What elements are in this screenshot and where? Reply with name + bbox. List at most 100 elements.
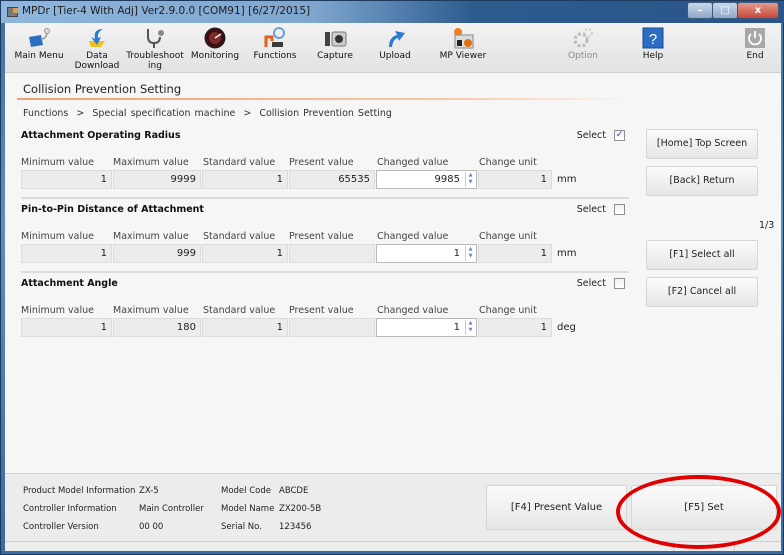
present-value xyxy=(289,244,375,263)
col-changed-label: Changed value xyxy=(377,157,449,168)
select-toggle[interactable]: Select ✓ xyxy=(577,130,625,141)
home-top-screen-button[interactable]: [Home] Top Screen xyxy=(646,129,758,159)
section-divider xyxy=(21,271,629,273)
serial-no-label: Serial No. xyxy=(221,522,262,532)
mp-viewer-icon xyxy=(451,27,475,49)
select-checkbox[interactable] xyxy=(614,278,625,289)
toolbar-label: Monitoring xyxy=(190,51,240,61)
column-labels: Minimum value Maximum value Standard val… xyxy=(21,305,581,317)
label-line-2: Download xyxy=(74,61,120,71)
main-menu-icon xyxy=(27,27,51,49)
spin-down-icon[interactable]: ▼ xyxy=(466,327,475,334)
section-pin-to-pin-distance: Pin-to-Pin Distance of Attachment Select… xyxy=(21,204,629,274)
unit-label: deg xyxy=(557,322,576,333)
changed-value-input[interactable]: 1 xyxy=(454,248,460,259)
select-label: Select xyxy=(576,130,606,141)
spin-up-icon[interactable]: ▲ xyxy=(466,246,475,253)
title-underline xyxy=(17,98,629,100)
upload-arrow-icon xyxy=(383,27,407,49)
window-title: MPDr [Tier-4 With Adj] Ver2.9.0.0 [COM91… xyxy=(22,5,311,17)
set-button[interactable]: [F5] Set xyxy=(631,485,777,530)
toolbar-label: End xyxy=(746,51,764,61)
model-code-value: ABCDE xyxy=(279,486,309,496)
title-bar[interactable]: MPDr [Tier-4 With Adj] Ver2.9.0.0 [COM91… xyxy=(1,1,784,23)
status-bar-pane xyxy=(673,541,735,551)
maximize-button[interactable]: □ xyxy=(712,2,738,19)
controller-version-label: Controller Version xyxy=(23,522,99,532)
changed-value-input[interactable]: 1 xyxy=(454,322,460,333)
col-unit-label: Change unit xyxy=(479,231,537,242)
label-line-2: ing xyxy=(148,61,162,71)
select-checkbox[interactable] xyxy=(614,204,625,215)
spin-down-icon[interactable]: ▼ xyxy=(466,253,475,260)
changed-value-stepper[interactable]: 1 ▲ ▼ xyxy=(376,318,477,337)
select-all-button[interactable]: [F1] Select all xyxy=(646,240,758,270)
client-area: Main Menu Data Download Troubleshoot ing M… xyxy=(5,23,781,551)
col-standard-label: Standard value xyxy=(203,305,276,316)
toolbar-option[interactable]: Option xyxy=(549,25,617,71)
minimize-icon: – xyxy=(697,5,703,16)
changed-value-input[interactable]: 9985 xyxy=(435,174,460,185)
power-icon xyxy=(743,27,767,49)
col-min-label: Minimum value xyxy=(21,305,94,316)
select-label: Select xyxy=(576,204,606,215)
spin-up-icon[interactable]: ▲ xyxy=(466,320,475,327)
toolbar-label: Capture xyxy=(317,51,353,61)
toolbar-capture[interactable]: Capture xyxy=(301,25,369,71)
max-value: 9999 xyxy=(113,170,201,189)
breadcrumb: Functions > Special specification machine >… xyxy=(23,108,392,119)
max-value: 999 xyxy=(113,244,201,263)
present-value-button[interactable]: [F4] Present Value xyxy=(486,485,627,530)
spinner[interactable]: ▲ ▼ xyxy=(465,320,475,335)
toolbar-mp-viewer[interactable]: MP Viewer xyxy=(429,25,497,71)
select-toggle[interactable]: Select xyxy=(577,278,625,289)
col-standard-label: Standard value xyxy=(203,231,276,242)
select-label: Select xyxy=(576,278,606,289)
changed-value-stepper[interactable]: 9985 ▲ ▼ xyxy=(376,170,477,189)
controller-version-value: 00 00 xyxy=(139,522,164,532)
camera-icon xyxy=(323,27,347,49)
toolbar-monitoring[interactable]: Monitoring xyxy=(181,25,249,71)
standard-value: 1 xyxy=(202,170,288,189)
spin-down-icon[interactable]: ▼ xyxy=(466,179,475,186)
col-max-label: Maximum value xyxy=(113,305,189,316)
max-value: 180 xyxy=(113,318,201,337)
close-button[interactable]: x xyxy=(737,2,779,19)
breadcrumb-item[interactable]: Functions xyxy=(23,108,68,119)
toolbar-end[interactable]: End xyxy=(721,25,784,71)
select-checkbox[interactable]: ✓ xyxy=(614,130,625,141)
toolbar-upload[interactable]: Upload xyxy=(361,25,429,71)
controller-info-value: Main Controller xyxy=(139,504,204,514)
status-bar xyxy=(5,541,781,551)
changed-value-stepper[interactable]: 1 ▲ ▼ xyxy=(376,244,477,263)
svg-text:?: ? xyxy=(649,31,657,48)
spinner[interactable]: ▲ ▼ xyxy=(465,246,475,261)
toolbar-help[interactable]: ? Help xyxy=(619,25,687,71)
breadcrumb-separator: > xyxy=(76,108,85,119)
standard-value: 1 xyxy=(202,244,288,263)
toolbar: Main Menu Data Download Troubleshoot ing M… xyxy=(5,23,781,73)
select-toggle[interactable]: Select xyxy=(577,204,625,215)
unit-label: mm xyxy=(557,174,577,185)
back-return-button[interactable]: [Back] Return xyxy=(646,166,758,196)
toolbar-troubleshooting[interactable]: Troubleshoot ing xyxy=(121,25,189,71)
label-line-1: Troubleshoot xyxy=(126,51,184,61)
spinner[interactable]: ▲ ▼ xyxy=(465,172,475,187)
cancel-all-button[interactable]: [F2] Cancel all xyxy=(646,277,758,307)
section-attachment-angle: Attachment Angle Select Minimum value Ma… xyxy=(21,278,629,348)
product-model-value: ZX-5 xyxy=(139,486,159,496)
serial-no-value: 123456 xyxy=(279,522,312,532)
app-window: MPDr [Tier-4 With Adj] Ver2.9.0.0 [COM91… xyxy=(0,0,784,555)
minimize-button[interactable]: – xyxy=(687,2,713,19)
section-title: Attachment Operating Radius xyxy=(21,130,181,141)
model-code-label: Model Code xyxy=(221,486,271,496)
toolbar-functions[interactable]: Functions xyxy=(241,25,309,71)
spin-up-icon[interactable]: ▲ xyxy=(466,172,475,179)
col-unit-label: Change unit xyxy=(479,157,537,168)
breadcrumb-item[interactable]: Special specification machine xyxy=(92,108,235,119)
gear-icon xyxy=(571,27,595,49)
maximize-icon: □ xyxy=(720,5,730,16)
col-standard-label: Standard value xyxy=(203,157,276,168)
data-download-icon xyxy=(85,27,109,49)
functions-icon xyxy=(263,27,287,49)
